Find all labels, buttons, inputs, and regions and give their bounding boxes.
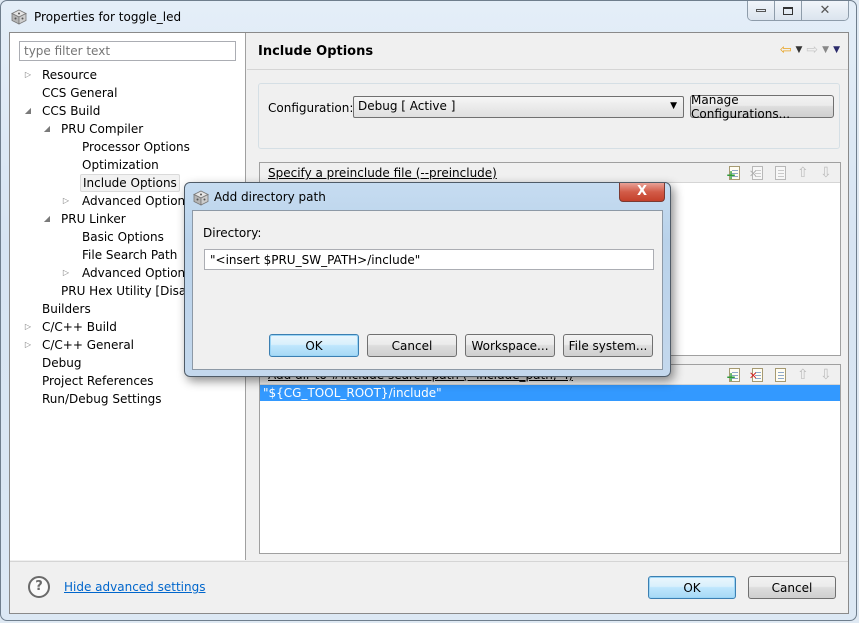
tree-item-label: C/C++ Build <box>42 320 117 334</box>
collapsed-twisty-icon[interactable]: ▷ <box>61 264 71 282</box>
dialog-title: Add directory path <box>214 190 326 204</box>
close-icon: X <box>636 184 648 199</box>
move-down-icon[interactable]: ⇩ <box>818 165 834 181</box>
workspace-button[interactable]: Workspace... <box>465 334 555 357</box>
tree-item-label: Builders <box>42 302 91 316</box>
include-path-section: Add dir to #include search path (--inclu… <box>259 364 841 554</box>
tree-item[interactable]: Run/Debug Settings <box>10 390 246 408</box>
help-icon[interactable]: ? <box>28 576 50 598</box>
tree-item-label: Advanced Options <box>82 266 192 280</box>
preinclude-header: Specify a preinclude file (--preinclude)… <box>260 163 840 183</box>
tree-item[interactable]: ◢ PRU Compiler <box>10 120 246 138</box>
expanded-twisty-icon[interactable]: ◢ <box>42 120 52 138</box>
move-down-icon[interactable]: ⇩ <box>818 367 834 383</box>
tree-item-label: C/C++ General <box>42 338 135 352</box>
tree-item-label: PRU Linker <box>61 212 126 226</box>
configuration-value: Debug [ Active ] <box>358 99 456 113</box>
chevron-down-icon: ▼ <box>670 101 677 111</box>
ok-button[interactable]: OK <box>648 576 736 599</box>
tree-item-label: Resource <box>42 68 98 82</box>
preinclude-title: Specify a preinclude file (--preinclude) <box>268 166 497 180</box>
tree-item-label: Basic Options <box>82 230 164 244</box>
app-cube-icon <box>11 9 27 25</box>
manage-configurations-button[interactable]: Manage Configurations... <box>690 93 834 121</box>
close-window-button[interactable]: ✕ <box>802 1 848 20</box>
back-arrow-icon[interactable]: ⇦ <box>780 42 792 58</box>
maximize-button[interactable] <box>775 1 802 20</box>
page-header: Include Options ⇦ ▼ ⇨ ▼ ▼ <box>247 33 848 70</box>
dialog-body: Directory: OK Cancel Workspace... File s… <box>192 210 663 370</box>
delete-icon[interactable]: ✕ <box>749 165 765 181</box>
list-item[interactable]: "${CG_TOOL_ROOT}/include" <box>260 385 840 401</box>
tree-item-label: CCS General <box>42 86 118 100</box>
tree-item-label: Processor Options <box>82 140 190 154</box>
configuration-select[interactable]: Debug [ Active ] ▼ <box>353 96 684 118</box>
app-cube-icon <box>193 190 209 206</box>
dialog-cancel-button[interactable]: Cancel <box>367 334 457 357</box>
add-icon[interactable]: + <box>726 367 742 383</box>
directory-label: Directory: <box>203 226 262 240</box>
tree-item[interactable]: CCS General <box>10 84 246 102</box>
configuration-label: Configuration: <box>268 101 354 115</box>
edit-icon[interactable] <box>772 367 788 383</box>
edit-icon[interactable] <box>772 165 788 181</box>
close-icon: ✕ <box>819 3 831 18</box>
minimize-button[interactable] <box>748 1 775 20</box>
preinclude-toolbar: + ✕ ⇧ ⇩ <box>726 165 834 181</box>
move-up-icon[interactable]: ⇧ <box>795 165 811 181</box>
collapsed-twisty-icon[interactable]: ▷ <box>61 192 71 210</box>
tree-item-label: Optimization <box>82 158 159 172</box>
minimize-icon <box>756 9 766 12</box>
add-directory-dialog: Add directory path X Directory: OK Cance… <box>184 182 671 377</box>
tree-item-label: CCS Build <box>42 104 101 118</box>
page-title: Include Options <box>258 44 374 59</box>
forward-arrow-icon[interactable]: ⇨ <box>806 42 818 58</box>
move-up-icon[interactable]: ⇧ <box>795 367 811 383</box>
caption-buttons: ✕ <box>747 1 849 21</box>
hide-advanced-settings-link[interactable]: Hide advanced settings <box>64 580 205 594</box>
add-icon[interactable]: + <box>726 165 742 181</box>
tree-item[interactable]: Processor Options <box>10 138 246 156</box>
collapsed-twisty-icon[interactable]: ▷ <box>23 318 33 336</box>
title-bar: Properties for toggle_led ✕ <box>1 1 856 33</box>
file-system-button[interactable]: File system... <box>563 334 653 357</box>
filter-input[interactable] <box>19 41 236 61</box>
maximize-icon <box>783 6 793 15</box>
tree-item[interactable]: ▷ Resource <box>10 66 246 84</box>
dialog-ok-button[interactable]: OK <box>269 334 359 357</box>
tree-item-label: PRU Compiler <box>61 122 144 136</box>
tree-item-label: Advanced Options <box>82 194 192 208</box>
footer: ? Hide advanced settings OK Cancel <box>10 561 848 613</box>
expanded-twisty-icon[interactable]: ◢ <box>42 210 52 228</box>
include-path-list[interactable]: "${CG_TOOL_ROOT}/include" <box>260 385 840 401</box>
dialog-close-button[interactable]: X <box>619 183 665 202</box>
forward-dropdown-icon[interactable]: ▼ <box>822 45 829 55</box>
configuration-group: Configuration: Debug [ Active ] ▼ Manage… <box>258 83 840 149</box>
history-nav: ⇦ ▼ ⇨ ▼ ▼ <box>780 42 840 58</box>
tree-item-label: Run/Debug Settings <box>42 392 162 406</box>
collapsed-twisty-icon[interactable]: ▷ <box>23 66 33 84</box>
view-menu-icon[interactable]: ▼ <box>833 45 840 55</box>
back-dropdown-icon[interactable]: ▼ <box>796 45 803 55</box>
cancel-button[interactable]: Cancel <box>748 576 836 599</box>
tree-item-label: File Search Path <box>82 248 178 262</box>
tree-item[interactable]: ◢ CCS Build <box>10 102 246 120</box>
tree-item-label: Debug <box>42 356 82 370</box>
tree-item-label: Project References <box>42 374 154 388</box>
delete-icon[interactable]: ✕ <box>749 367 765 383</box>
window-title: Properties for toggle_led <box>34 10 182 24</box>
tree-item-label: Include Options <box>80 174 180 192</box>
expanded-twisty-icon[interactable]: ◢ <box>23 102 33 120</box>
directory-input[interactable] <box>204 249 654 270</box>
tree-item[interactable]: Optimization <box>10 156 246 174</box>
collapsed-twisty-icon[interactable]: ▷ <box>23 336 33 354</box>
include-path-toolbar: + ✕ ⇧ ⇩ <box>726 367 834 383</box>
